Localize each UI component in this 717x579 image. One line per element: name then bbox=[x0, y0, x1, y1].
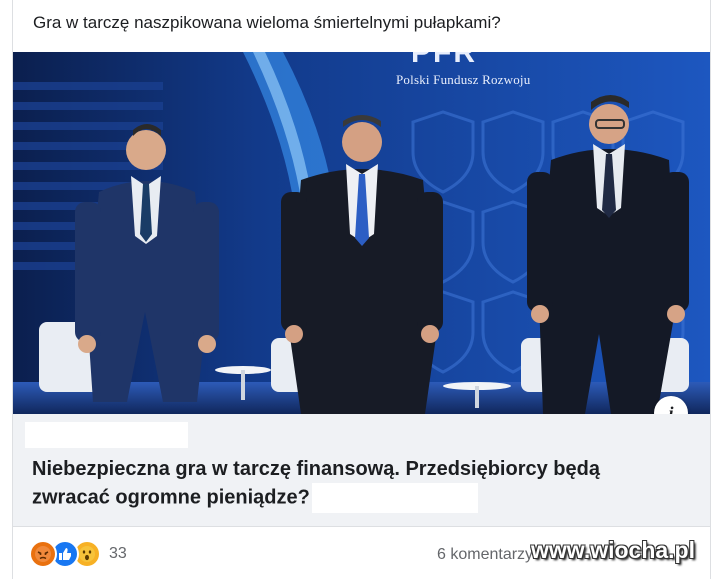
angry-icon bbox=[29, 540, 57, 568]
comments-count[interactable]: 6 komentarzy bbox=[437, 546, 533, 564]
link-headline[interactable]: Niebezpieczna gra w tarczę finansową. Pr… bbox=[32, 455, 672, 513]
reaction-count: 33 bbox=[109, 545, 127, 562]
post-text: Gra w tarczę naszpikowana wieloma śmiert… bbox=[33, 13, 501, 32]
link-preview[interactable]: Niebezpieczna gra w tarczę finansową. Pr… bbox=[13, 414, 710, 526]
pfr-logo-mark: PFR bbox=[411, 52, 477, 69]
post-image[interactable]: PFR Polski Fundusz Rozwoju bbox=[13, 52, 710, 414]
facebook-post: Gra w tarczę naszpikowana wieloma śmiert… bbox=[12, 0, 711, 579]
divider bbox=[13, 526, 710, 527]
site-watermark: www.wiocha.pl bbox=[531, 537, 695, 563]
stage-photo bbox=[13, 52, 710, 414]
reactions-summary[interactable]: 33 bbox=[29, 540, 127, 568]
redacted-source bbox=[25, 422, 188, 448]
redacted-block bbox=[311, 483, 478, 513]
pfr-logo-text: Polski Fundusz Rozwoju bbox=[396, 72, 531, 87]
